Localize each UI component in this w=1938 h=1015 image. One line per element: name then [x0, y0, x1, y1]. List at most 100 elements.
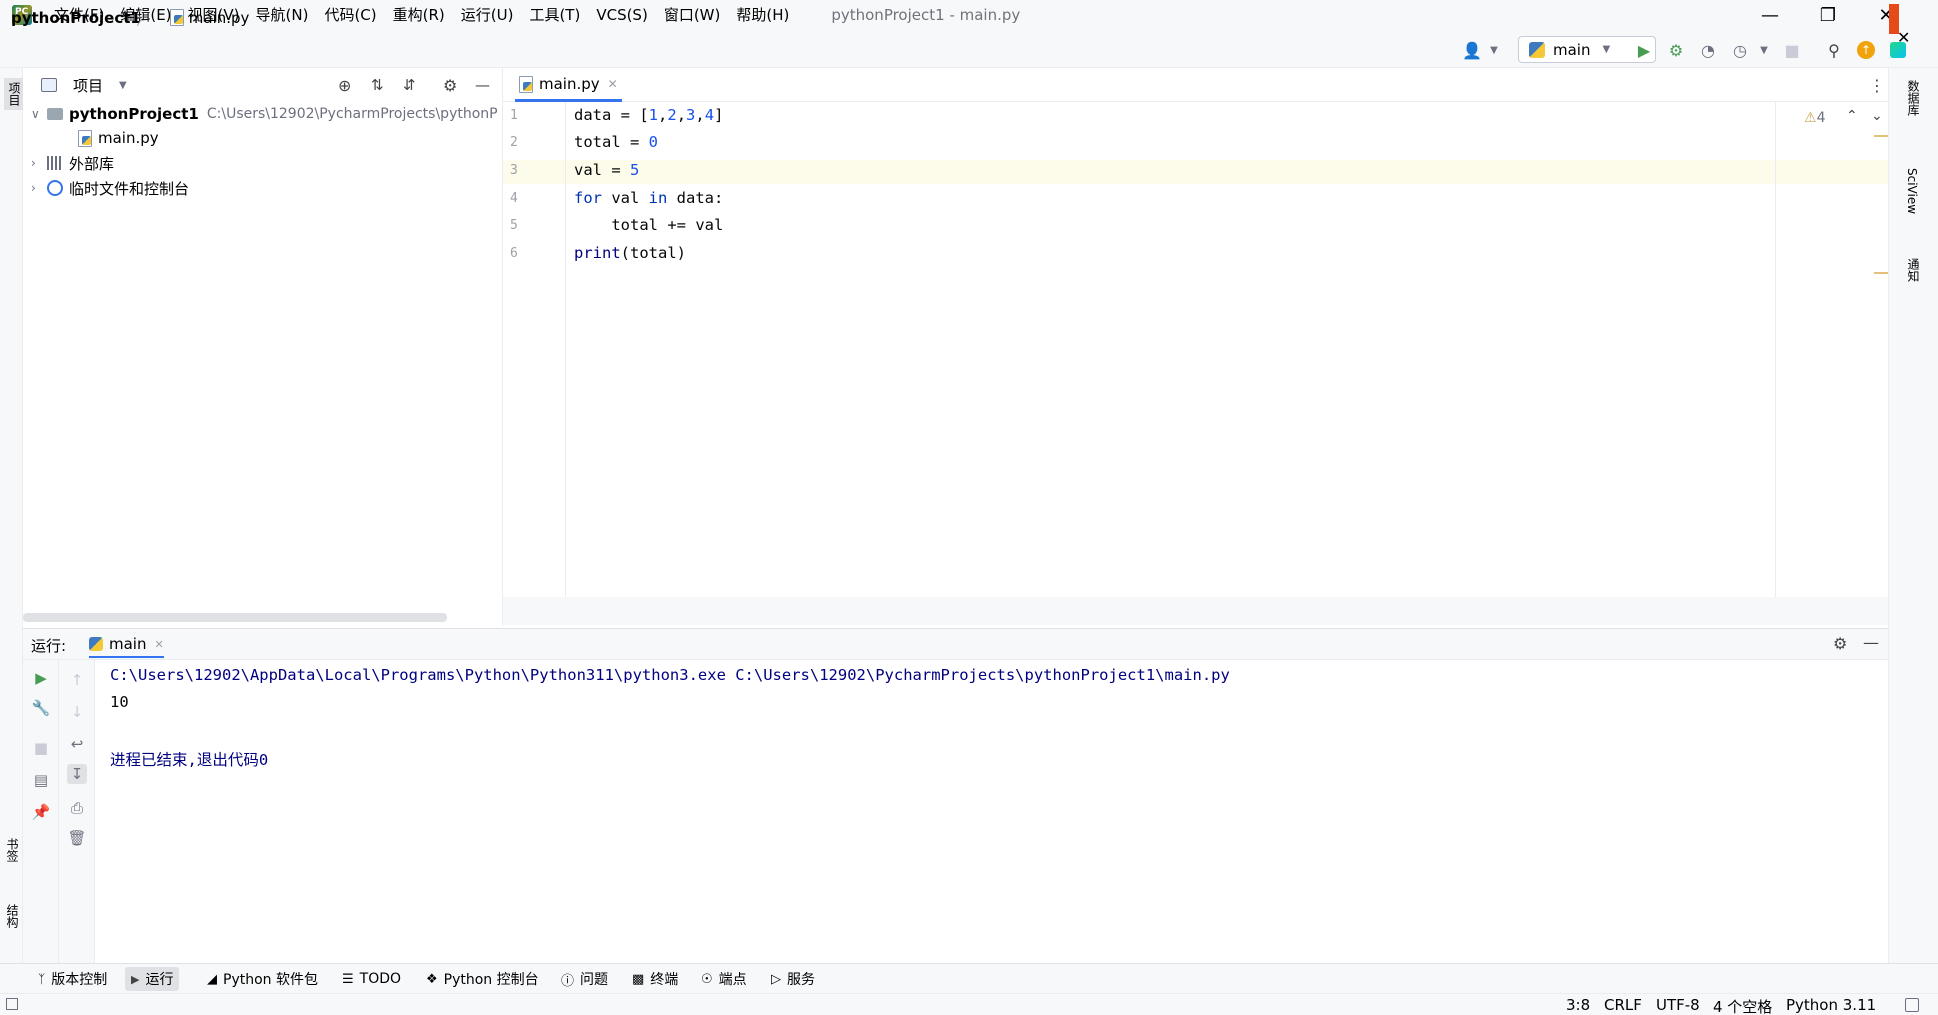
chevron-down-icon[interactable]: ▼ [119, 80, 127, 91]
warning-stripe[interactable] [1874, 135, 1888, 137]
toolwindow-python-console[interactable]: ❖ Python 控制台 [420, 967, 545, 991]
left-tool-strip: 项目 书签 结构 [0, 68, 25, 963]
toolwindow-terminal[interactable]: ▩ 终端 [626, 967, 684, 991]
breadcrumb-file[interactable]: main.py [170, 9, 249, 27]
update-icon[interactable]: ↑ [1856, 40, 1876, 60]
status-line-separator[interactable]: CRLF [1604, 996, 1642, 1014]
search-icon[interactable]: ⚲ [1824, 40, 1844, 60]
toolwindow-endpoints[interactable]: ☉ 端点 [695, 967, 753, 991]
print-icon[interactable]: ⎙ [67, 798, 87, 818]
toolwindow-label: Python 软件包 [223, 972, 318, 988]
project-panel-title[interactable]: 项目 [73, 75, 103, 96]
toolwindow-run[interactable]: ▶ 运行 [125, 967, 180, 991]
menu-refactor[interactable]: 重构(R) [385, 0, 453, 30]
rerun-icon[interactable]: ▶ [31, 668, 51, 688]
chevron-down-icon[interactable]: ▼ [1484, 40, 1504, 60]
layout-icon[interactable]: ▤ [31, 770, 51, 790]
code-line-1: data = [1,2,3,4] [574, 106, 724, 124]
tree-item-project-root[interactable]: ∨ pythonProject1 C:\Users\12902\PycharmP… [31, 102, 498, 126]
previous-highlight-icon[interactable]: ⌃ [1846, 108, 1858, 124]
breadcrumb-project[interactable]: pythonProject1 [11, 9, 141, 27]
toolwindow-version-control[interactable]: ᛉ 版本控制 [32, 967, 113, 991]
restore-button[interactable]: ❐ [1799, 0, 1857, 30]
minimize-button[interactable]: — [1741, 0, 1799, 30]
toolwindow-python-packages[interactable]: ◢ Python 软件包 [201, 967, 324, 991]
code-editor[interactable]: data = [1,2,3,4] total = 0 val = 5 for v… [567, 102, 1775, 597]
chevron-down-icon[interactable]: ▼ [1754, 40, 1774, 60]
library-icon [47, 156, 63, 170]
toggle-tool-windows-icon[interactable] [6, 998, 18, 1010]
tree-item-label: 临时文件和控制台 [69, 179, 190, 198]
project-panel-header: 项目 ▼ ⊕ ⇅ ⇵ ⚙ — [23, 68, 503, 102]
stop-icon[interactable]: ■ [1782, 40, 1802, 60]
stop-icon[interactable]: ■ [31, 738, 51, 758]
scroll-to-end-icon[interactable]: ↧ [67, 764, 87, 784]
profile-icon[interactable]: ◷ [1730, 40, 1750, 60]
menu-run[interactable]: 运行(U) [453, 0, 522, 30]
coverage-icon[interactable]: ◔ [1698, 40, 1718, 60]
tab-main-py[interactable]: main.py ✕ [515, 68, 622, 102]
database-tool-button[interactable]: 数据库 [1905, 80, 1922, 116]
sciview-tool-button[interactable]: SciView [1905, 168, 1919, 214]
tree-item-main-py[interactable]: main.py [78, 126, 159, 150]
branch-icon: ᛉ [38, 972, 46, 986]
console-line-exit: 进程已结束,退出代码0 [110, 751, 269, 769]
editor-inspection-margin: ⚠4 ⌃ ⌄ [1775, 102, 1888, 597]
bookmarks-tool-button[interactable]: 书签 [4, 838, 21, 862]
structure-tool-button[interactable]: 结构 [4, 904, 21, 928]
expand-all-icon[interactable]: ⇅ [371, 76, 384, 94]
collapse-all-icon[interactable]: ⇵ [403, 76, 416, 94]
close-tab-icon[interactable]: ✕ [154, 638, 163, 651]
up-arrow-icon[interactable]: ↑ [67, 670, 87, 690]
horizontal-scrollbar[interactable] [23, 613, 447, 622]
close-window-button[interactable]: ✕ [1857, 0, 1915, 30]
menu-navigate[interactable]: 导航(N) [248, 0, 317, 30]
run-icon[interactable]: ▶ [1634, 40, 1654, 60]
status-encoding[interactable]: UTF-8 [1656, 996, 1700, 1014]
status-caret-position[interactable]: 3:8 [1566, 996, 1590, 1014]
debug-icon[interactable]: ⚙ [1666, 40, 1686, 60]
package-icon: ◢ [207, 971, 217, 987]
close-tab-icon[interactable]: ✕ [608, 77, 618, 91]
toolwindow-todo[interactable]: ☰ TODO [336, 967, 407, 991]
console-output[interactable]: C:\Users\12902\AppData\Local\Programs\Py… [95, 660, 1888, 963]
more-options-icon[interactable]: ⋮ [1869, 76, 1885, 95]
project-tool-button[interactable]: 项目 [4, 78, 25, 110]
locate-icon[interactable]: ⊕ [338, 76, 351, 95]
run-panel-label: 运行: [31, 637, 67, 655]
vcs-user-icon[interactable]: 👤 [1462, 40, 1482, 60]
python-file-icon [170, 9, 184, 26]
menu-vcs[interactable]: VCS(S) [588, 0, 655, 30]
warning-count-label: 4 [1816, 110, 1826, 126]
lock-icon[interactable] [1905, 998, 1919, 1012]
tree-item-external-libraries[interactable]: › 外部库 [31, 151, 114, 175]
wrench-icon[interactable]: 🔧 [31, 698, 51, 718]
soft-wrap-icon[interactable]: ↩ [67, 734, 87, 754]
menu-tools[interactable]: 工具(T) [521, 0, 588, 30]
menu-help[interactable]: 帮助(H) [728, 0, 797, 30]
line-number: 1 [510, 108, 518, 123]
status-indent[interactable]: 4 个空格 [1713, 996, 1772, 1015]
menu-code[interactable]: 代码(C) [316, 0, 384, 30]
menu-window[interactable]: 窗口(W) [656, 0, 729, 30]
next-highlight-icon[interactable]: ⌄ [1871, 108, 1883, 124]
run-tab-main[interactable]: main ✕ [89, 635, 164, 658]
gear-icon[interactable]: ⚙ [1833, 634, 1847, 653]
hide-panel-icon[interactable]: — [475, 76, 490, 94]
chevron-down-icon: ▼ [1602, 44, 1611, 55]
warning-stripe[interactable] [1874, 272, 1888, 274]
pin-icon[interactable]: 📌 [31, 802, 51, 822]
status-interpreter[interactable]: Python 3.11 [1786, 996, 1876, 1014]
gear-icon[interactable]: ⚙ [443, 76, 457, 95]
warning-icon: ⚠ [1804, 110, 1817, 126]
warning-count[interactable]: ⚠4 [1804, 110, 1825, 126]
down-arrow-icon[interactable]: ↓ [67, 702, 87, 722]
toolwindow-services[interactable]: ▷ 服务 [765, 967, 821, 991]
notifications-tool-button[interactable]: 通知 [1905, 258, 1922, 282]
close-side-icon[interactable]: ✕ [1897, 28, 1910, 47]
toolwindow-problems[interactable]: ⓘ 问题 [555, 967, 614, 991]
hide-panel-icon[interactable]: — [1863, 633, 1879, 652]
tree-item-scratches[interactable]: › 临时文件和控制台 [31, 176, 189, 200]
chevron-right-icon: › [31, 156, 36, 170]
trash-icon[interactable]: 🗑 [67, 828, 87, 848]
